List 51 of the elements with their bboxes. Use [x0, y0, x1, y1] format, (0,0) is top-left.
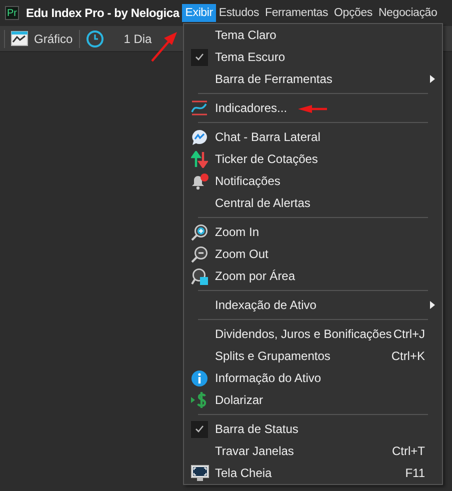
up-down-arrows-icon — [191, 150, 208, 168]
menu-item[interactable]: Zoom Out — [184, 243, 442, 265]
annotation-arrow — [298, 105, 327, 113]
shortcut-label: F11 — [405, 466, 425, 480]
submenu-arrow-icon — [430, 301, 435, 309]
zoom-in-icon — [191, 224, 208, 240]
zoom-out-icon — [191, 246, 208, 262]
menu-item[interactable]: Notificações — [184, 170, 442, 192]
menu-item[interactable]: Dolarizar — [184, 389, 442, 411]
dollar-icon — [191, 391, 208, 409]
menu-item[interactable]: Central de Alertas — [184, 192, 442, 214]
menu-item[interactable]: Travar Janelas Ctrl+T — [184, 440, 442, 462]
indicator-icon — [191, 100, 208, 116]
check-icon — [195, 53, 204, 61]
menu-item[interactable]: Informação do Ativo — [184, 367, 442, 389]
menu-item[interactable]: Splits e Grupamentos Ctrl+K — [184, 345, 442, 367]
checkbox[interactable] — [191, 420, 208, 438]
menu-item[interactable]: Barra de Status — [184, 418, 442, 440]
window-title: Edu Index Pro - by Nelogica — [26, 6, 180, 20]
menu-bar-item[interactable]: Estudos — [216, 4, 262, 22]
shortcut-label: Ctrl+T — [392, 444, 425, 458]
line-chart-icon — [11, 31, 28, 46]
menu-item[interactable]: Tema Claro — [184, 24, 442, 46]
menu-item[interactable]: Indexação de Ativo — [184, 294, 442, 316]
menu-bar-item[interactable]: Ferramentas — [262, 4, 332, 22]
shortcut-label: Ctrl+J — [393, 327, 425, 341]
menu-bar-item[interactable]: Opções — [331, 4, 376, 22]
menu-item[interactable]: Zoom In — [184, 221, 442, 243]
menu-bar-item[interactable]: Negociação — [375, 4, 440, 22]
check-icon — [195, 425, 204, 433]
annotation-arrow — [151, 32, 177, 62]
monitor-icon — [190, 464, 208, 482]
menu-item[interactable]: Ticker de Cotações — [184, 148, 442, 170]
menu-item[interactable]: Dividendos, Juros e Bonificações Ctrl+J — [184, 323, 442, 345]
chart-button[interactable]: Gráfico — [5, 28, 79, 50]
shortcut-label: Ctrl+K — [391, 349, 425, 363]
clock-icon[interactable] — [86, 30, 104, 48]
checkbox[interactable] — [191, 48, 208, 66]
bell-icon — [190, 172, 208, 190]
submenu-arrow-icon — [430, 75, 435, 83]
menu-item[interactable]: Indicadores... — [184, 97, 442, 119]
info-icon — [191, 370, 208, 386]
zoom-area-icon — [191, 268, 208, 284]
menu-item[interactable]: Barra de Ferramentas — [184, 68, 442, 90]
app-logo: Pr — [5, 6, 19, 20]
menu-item[interactable]: Chat - Barra Lateral — [184, 126, 442, 148]
period-selector[interactable]: 1 Dia — [124, 32, 152, 46]
menu-item[interactable]: Tela Cheia F11 — [184, 462, 442, 484]
chat-bubble-icon — [191, 128, 208, 146]
menu-item[interactable]: Tema Escuro — [184, 46, 442, 68]
menu-item[interactable]: Zoom por Área — [184, 265, 442, 287]
